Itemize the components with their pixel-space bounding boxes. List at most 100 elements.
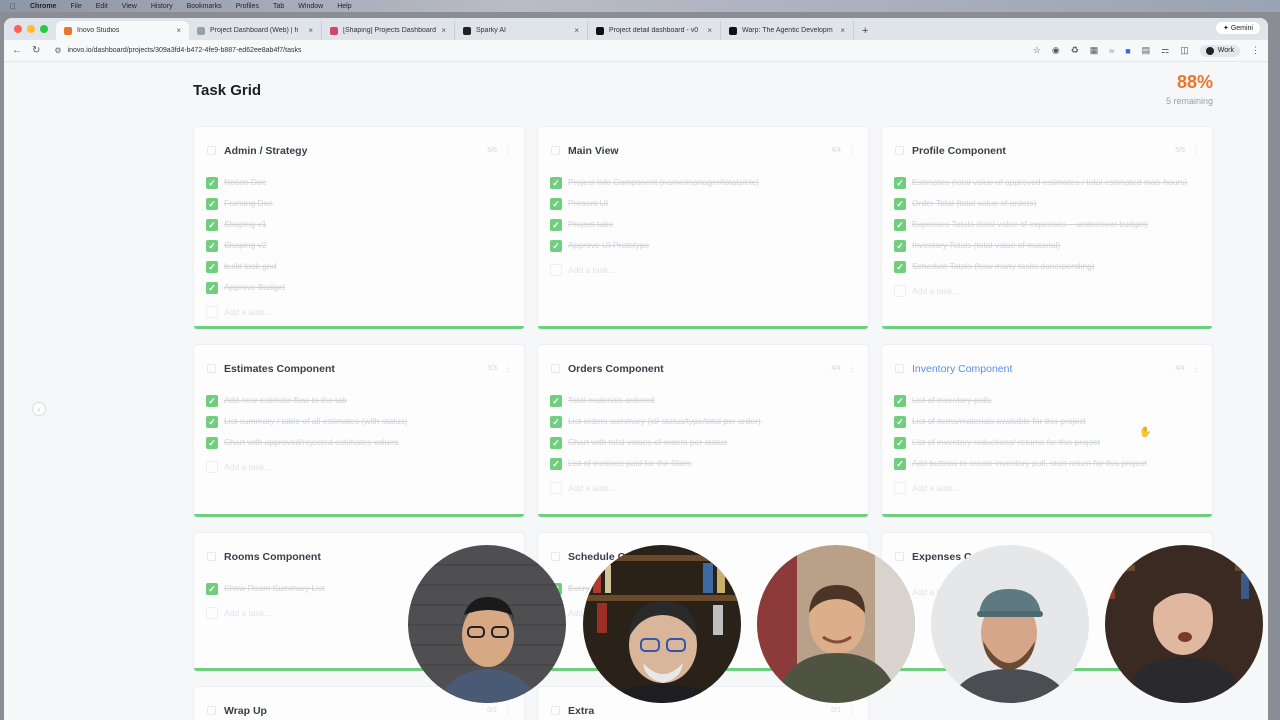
task-item[interactable]: ✓ List summary / table of all estimates (… <box>206 414 512 435</box>
extension-icon-1[interactable]: ◉ <box>1052 45 1060 56</box>
task-item[interactable]: ✓ Total materials ordered <box>550 393 856 414</box>
menubar-item-profiles[interactable]: Profiles <box>236 3 259 10</box>
checkbox-checked-icon[interactable]: ✓ <box>894 177 906 189</box>
close-tab-icon[interactable]: × <box>707 26 712 35</box>
checkbox-checked-icon[interactable]: ✓ <box>206 177 218 189</box>
extension-icon-5[interactable]: ■ <box>1125 46 1130 56</box>
drag-handle-icon[interactable] <box>551 552 560 561</box>
task-item[interactable]: ✓ Order Total (total value of orders) <box>894 196 1200 217</box>
card-title[interactable]: Admin / Strategy <box>224 145 487 157</box>
task-item[interactable]: ✓ Expenses Totals (total value of expense… <box>894 217 1200 238</box>
browser-tab[interactable]: [Shaping] Projects Dashboard × <box>322 21 455 40</box>
task-item[interactable]: ✓ build task grid <box>206 259 512 280</box>
gemini-button[interactable]: ✦ Gemini <box>1216 22 1260 34</box>
extensions-puzzle-icon[interactable]: ⚎ <box>1161 45 1169 56</box>
browser-tab[interactable]: Project Dashboard (Web) | fi × <box>189 21 322 40</box>
checkbox-checked-icon[interactable]: ✓ <box>206 583 218 595</box>
url-field[interactable]: ⚙ inovo.io/dashboard/projects/309a3fd4-b… <box>50 46 1022 55</box>
reload-icon[interactable]: ↻ <box>32 45 40 56</box>
task-item[interactable]: ✓ Project Info Component (name/manager/to… <box>550 175 856 196</box>
menubar-item-file[interactable]: File <box>70 3 81 10</box>
card-menu-icon[interactable]: ⋮ <box>503 145 512 156</box>
card-menu-icon[interactable]: ⋮ <box>847 705 856 716</box>
task-item[interactable]: ✓ List of items/materials available for t… <box>894 414 1200 435</box>
drag-handle-icon[interactable] <box>207 364 216 373</box>
task-item[interactable]: ✓ Shaping v2 <box>206 238 512 259</box>
zoom-window-button[interactable] <box>40 25 48 33</box>
menubar-item-view[interactable]: View <box>122 3 137 10</box>
menubar-item-history[interactable]: History <box>151 3 173 10</box>
checkbox-checked-icon[interactable]: ✓ <box>550 458 562 470</box>
site-settings-icon[interactable]: ⚙ <box>54 46 61 55</box>
card-menu-icon[interactable]: ⋮ <box>847 145 856 156</box>
task-item[interactable]: ✓ Chart with total values of orders per s… <box>550 435 856 456</box>
task-item[interactable]: ✓ Chart with approved/rejected estimates … <box>206 435 512 456</box>
drag-handle-icon[interactable] <box>207 146 216 155</box>
drag-handle-icon[interactable] <box>551 146 560 155</box>
task-item[interactable]: ✓ List of inventory reductions/ returns f… <box>894 435 1200 456</box>
drag-handle-icon[interactable] <box>207 706 216 715</box>
checkbox-checked-icon[interactable]: ✓ <box>206 395 218 407</box>
browser-tab[interactable]: Project detail dashboard - v0 × <box>588 21 721 40</box>
checkbox-checked-icon[interactable]: ✓ <box>894 416 906 428</box>
drag-handle-icon[interactable] <box>551 706 560 715</box>
task-item[interactable]: ✓ Present UI <box>550 196 856 217</box>
checkbox-checked-icon[interactable]: ✓ <box>550 395 562 407</box>
drag-handle-icon[interactable] <box>895 552 904 561</box>
add-task-input[interactable]: Add a task... <box>206 456 512 478</box>
close-tab-icon[interactable]: × <box>308 26 313 35</box>
checkbox-checked-icon[interactable]: ✓ <box>894 240 906 252</box>
checkbox-checked-icon[interactable]: ✓ <box>894 458 906 470</box>
checkbox-checked-icon[interactable]: ✓ <box>206 198 218 210</box>
card-title[interactable]: Main View <box>568 145 831 157</box>
drag-handle-icon[interactable] <box>551 364 560 373</box>
card-title[interactable]: Orders Component <box>568 363 831 375</box>
task-item[interactable]: ✓ Project tabs <box>550 217 856 238</box>
checkbox-checked-icon[interactable]: ✓ <box>206 282 218 294</box>
checkbox-checked-icon[interactable]: ✓ <box>550 219 562 231</box>
browser-tab[interactable]: Warp: The Agentic Developm × <box>721 21 854 40</box>
task-item[interactable]: ✓ List of invoices paid for the filters <box>550 456 856 477</box>
profile-button[interactable]: Work <box>1199 44 1240 57</box>
browser-tab[interactable]: Inovo Studios × <box>56 21 189 40</box>
card-menu-icon[interactable]: ⋮ <box>503 363 512 374</box>
checkbox-checked-icon[interactable]: ✓ <box>894 198 906 210</box>
checkbox-checked-icon[interactable]: ✓ <box>206 416 218 428</box>
checkbox-checked-icon[interactable]: ✓ <box>550 240 562 252</box>
extension-icon-3[interactable]: ▦ <box>1090 45 1099 56</box>
more-menu-icon[interactable]: ⋮ <box>1251 45 1260 56</box>
minimize-window-button[interactable] <box>27 25 35 33</box>
apple-icon[interactable]:  <box>10 2 16 11</box>
collapse-sidebar-icon[interactable]: ‹ <box>32 402 46 416</box>
task-item[interactable]: ✓ Add new estimate flow to the tab <box>206 393 512 414</box>
card-title[interactable]: Estimates Component <box>224 363 487 375</box>
drag-handle-icon[interactable] <box>895 364 904 373</box>
checkbox-checked-icon[interactable]: ✓ <box>894 437 906 449</box>
card-title[interactable]: Profile Component <box>912 145 1175 157</box>
checkbox-checked-icon[interactable]: ✓ <box>894 395 906 407</box>
card-title[interactable]: Inventory Component <box>912 363 1175 375</box>
task-item[interactable]: ✓ Approve Budget <box>206 280 512 301</box>
menubar-app-name[interactable]: Chrome <box>30 3 56 10</box>
bookmark-star-icon[interactable]: ☆ <box>1033 45 1041 56</box>
task-item[interactable]: ✓ Framing Doc <box>206 196 512 217</box>
back-arrow-icon[interactable]: ← <box>12 45 22 56</box>
task-item[interactable]: ✓ Schedule Totals (how many tasks done/pe… <box>894 259 1200 280</box>
card-menu-icon[interactable]: ⋮ <box>847 363 856 374</box>
checkbox-checked-icon[interactable]: ✓ <box>550 198 562 210</box>
checkbox-checked-icon[interactable]: ✓ <box>206 240 218 252</box>
add-task-input[interactable]: Add a task... <box>550 259 856 281</box>
drag-handle-icon[interactable] <box>895 146 904 155</box>
add-task-input[interactable]: Add a task... <box>894 477 1200 499</box>
card-title[interactable]: Extra <box>568 705 831 717</box>
task-item[interactable]: ✓ Notion Doc <box>206 175 512 196</box>
card-menu-icon[interactable]: ⋮ <box>1191 363 1200 374</box>
extension-icon-6[interactable]: ▤ <box>1142 45 1151 56</box>
menubar-item-edit[interactable]: Edit <box>96 3 108 10</box>
drag-handle-icon[interactable] <box>207 552 216 561</box>
checkbox-checked-icon[interactable]: ✓ <box>894 219 906 231</box>
menubar-item-tab[interactable]: Tab <box>273 3 284 10</box>
card-menu-icon[interactable]: ⋮ <box>1191 145 1200 156</box>
checkbox-checked-icon[interactable]: ✓ <box>206 219 218 231</box>
checkbox-checked-icon[interactable]: ✓ <box>206 261 218 273</box>
